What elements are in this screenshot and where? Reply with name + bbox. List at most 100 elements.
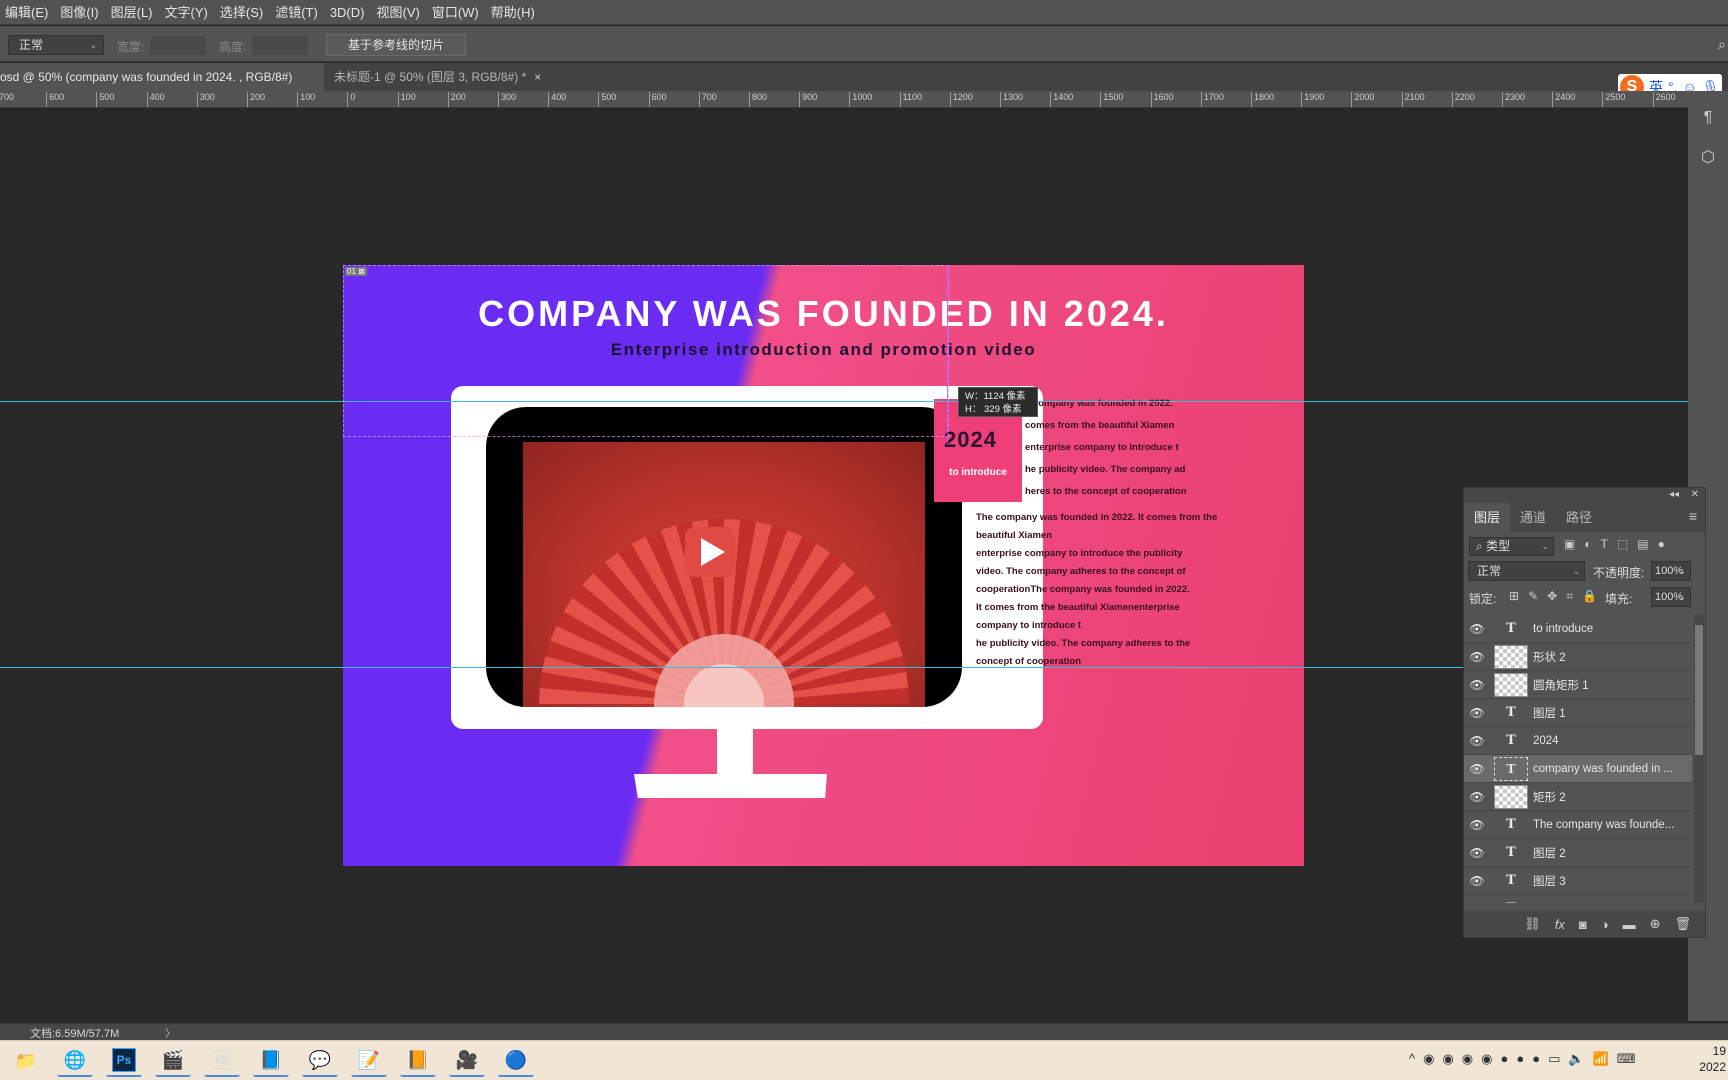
style-select[interactable]: 正常 ⌄ (8, 35, 104, 55)
eye-icon[interactable]: 👁 (1464, 734, 1490, 748)
layer-name[interactable]: company was founded in ... (1533, 763, 1683, 775)
tab-channels[interactable]: 通道 (1510, 503, 1556, 532)
guide-slice-button[interactable]: 基于参考线的切片 (326, 34, 466, 56)
media-player-icon[interactable]: 🎬 (155, 1045, 191, 1077)
layer-scrollbar[interactable] (1694, 615, 1704, 903)
layer-name[interactable]: 图层 2 (1533, 845, 1683, 861)
canvas-area[interactable]: COMPANY WAS FOUNDED IN 2024. Enterprise … (0, 108, 1688, 1023)
presentation-icon[interactable]: 📙 (400, 1045, 436, 1077)
paragraph-icon[interactable]: ¶ (1696, 109, 1720, 133)
eye-icon[interactable]: 👁 (1464, 818, 1490, 832)
menu-item[interactable]: 文字(Y) (160, 0, 215, 25)
layer-name[interactable]: 图层 3 (1533, 873, 1683, 889)
battery-icon[interactable]: ▭ (1548, 1051, 1560, 1067)
filter-toggle-icon[interactable]: ● (1658, 537, 1665, 551)
menu-item[interactable]: 3D(D) (325, 0, 372, 25)
fx-icon[interactable]: fx (1555, 917, 1565, 932)
collapse-icon[interactable]: ◂◂ (1669, 489, 1679, 500)
blend-mode-select[interactable]: 正常 ⌄ (1468, 561, 1585, 581)
horizontal-guide[interactable] (0, 401, 1688, 402)
volume-icon[interactable]: 🔈 (1568, 1051, 1584, 1067)
keyboard-icon[interactable]: ⌨ (1617, 1051, 1636, 1067)
layer-row[interactable]: 👁 矩形 2 (1464, 783, 1692, 811)
layer-name[interactable]: 圆角矩形 1 (1533, 677, 1683, 693)
eye-icon[interactable]: 👁 (1464, 762, 1490, 776)
layer-row[interactable]: 👁 Tcompany was founded in ... (1464, 755, 1692, 783)
horizontal-guide[interactable] (0, 667, 1688, 668)
recorder-icon[interactable]: 🎥 (449, 1045, 485, 1077)
menu-item[interactable]: 窗口(W) (427, 0, 486, 25)
scrollbar-thumb[interactable] (1695, 625, 1703, 755)
eye-icon[interactable]: 👁 (1464, 902, 1490, 904)
layer-name[interactable]: 形状 2 (1533, 649, 1683, 665)
close-icon[interactable]: × (534, 70, 541, 84)
wechat-tray-icon[interactable]: ● (1500, 1051, 1508, 1067)
status-arrow-icon[interactable]: 〉 (165, 1025, 176, 1041)
clock[interactable]: 19 2022 (1699, 1043, 1726, 1075)
type-filter-icon[interactable]: T (1601, 537, 1608, 551)
adjustment-filter-icon[interactable]: ◐ (1584, 537, 1591, 551)
eye-icon[interactable]: 👁 (1464, 846, 1490, 860)
adjustment-layer-icon[interactable]: ◑ (1601, 917, 1609, 932)
menu-item[interactable]: 视图(V) (371, 0, 426, 25)
lock-artboard-icon[interactable]: ⌗ (1566, 589, 1573, 604)
qq-icon[interactable]: ◉ (1481, 1051, 1492, 1067)
tab-paths[interactable]: 路径 (1556, 503, 1602, 532)
trash-icon[interactable]: 🗑 (1674, 916, 1691, 932)
cube-icon[interactable]: ⬡ (1696, 147, 1720, 171)
menu-item[interactable]: 帮助(H) (486, 0, 542, 25)
layer-name[interactable]: 图层 1 (1533, 705, 1683, 721)
network-icon[interactable]: 📶 (1593, 1051, 1609, 1067)
close-icon[interactable]: ✕ (1691, 489, 1699, 500)
layer-name[interactable]: 矩形 2 (1533, 789, 1683, 805)
wechat-icon[interactable]: 💬 (302, 1045, 338, 1077)
layer-name[interactable]: to introduce (1533, 623, 1683, 635)
notes-icon[interactable]: 📘 (253, 1045, 289, 1077)
search-icon[interactable]: ⌕ (1718, 36, 1726, 53)
photoshop-icon[interactable]: Ps (106, 1045, 142, 1077)
image-filter-icon[interactable]: ▣ (1564, 537, 1575, 551)
tab-layers[interactable]: 图层 (1464, 503, 1511, 532)
layer-name[interactable]: 2024 (1533, 735, 1683, 747)
tab-active-document[interactable]: osd @ 50% (company was founded in 2024. … (0, 63, 324, 112)
qq-icon[interactable]: ◉ (1462, 1051, 1473, 1067)
qq-icon[interactable]: ◉ (1442, 1051, 1453, 1067)
new-layer-icon[interactable]: ⊕ (1650, 916, 1661, 932)
layer-row[interactable]: 👁 T 图层 1 (1464, 699, 1692, 727)
width-field[interactable] (151, 36, 205, 55)
eye-icon[interactable]: 👁 (1464, 874, 1490, 888)
layer-mask-icon[interactable]: ◙ (1579, 917, 1587, 932)
document-size[interactable]: 文档:6.59M/57.7M (30, 1025, 119, 1041)
layer-list[interactable]: 👁 Tto introduce 👁 形状 2 👁 圆角矩形 1 👁 T 图层 1 👁 T 2024 👁 T… (1464, 615, 1692, 903)
browser-icon[interactable]: 🌐 (57, 1045, 93, 1077)
layer-filter-select[interactable]: ⌕ 类型 ⌄ (1469, 537, 1554, 556)
layer-row[interactable]: 👁 T The company was founde... (1464, 811, 1692, 839)
fill-field[interactable]: 100% ⌄ (1651, 587, 1691, 607)
group-folder-icon[interactable]: ▬ (1623, 917, 1636, 932)
lock-all-icon[interactable]: 🔒 (1582, 589, 1597, 604)
menu-item[interactable]: 编辑(E) (0, 0, 55, 25)
wechat-tray-icon[interactable]: ● (1516, 1051, 1524, 1067)
lock-paint-icon[interactable]: ✎ (1528, 589, 1538, 604)
height-field[interactable] (253, 36, 307, 55)
file-explorer-icon[interactable]: 📁 (8, 1045, 44, 1077)
menu-item[interactable]: 图像(I) (55, 0, 105, 25)
opacity-field[interactable]: 100% ⌄ (1651, 561, 1691, 581)
menu-item[interactable]: 选择(S) (215, 0, 270, 25)
layer-row[interactable]: 👁 T 图层 3 (1464, 867, 1692, 895)
eye-icon[interactable]: 👁 (1464, 790, 1490, 804)
link-layers-icon[interactable]: ⛓ (1524, 916, 1541, 932)
shape-filter-icon[interactable]: ⬚ (1617, 537, 1628, 551)
eye-icon[interactable]: 👁 (1464, 678, 1490, 692)
lock-transparency-icon[interactable]: ⊞ (1509, 589, 1519, 604)
horizontal-ruler[interactable]: 700 600 500 400 300 200 100 0 100 200 300 400 500 600… (0, 91, 1690, 108)
eye-icon[interactable]: 👁 (1464, 622, 1490, 636)
chevron-up-icon[interactable]: ^ (1409, 1051, 1415, 1067)
wechat-tray-icon[interactable]: ● (1532, 1051, 1540, 1067)
layer-name[interactable]: The company was founde... (1533, 819, 1683, 831)
ie-browser-icon[interactable]: 🔵 (498, 1045, 534, 1077)
notepad-icon[interactable]: 📝 (351, 1045, 387, 1077)
layer-row[interactable]: 👁 圆角矩形 1 (1464, 671, 1692, 699)
eye-icon[interactable]: 👁 (1464, 706, 1490, 720)
menu-item[interactable]: 图层(L) (106, 0, 160, 25)
